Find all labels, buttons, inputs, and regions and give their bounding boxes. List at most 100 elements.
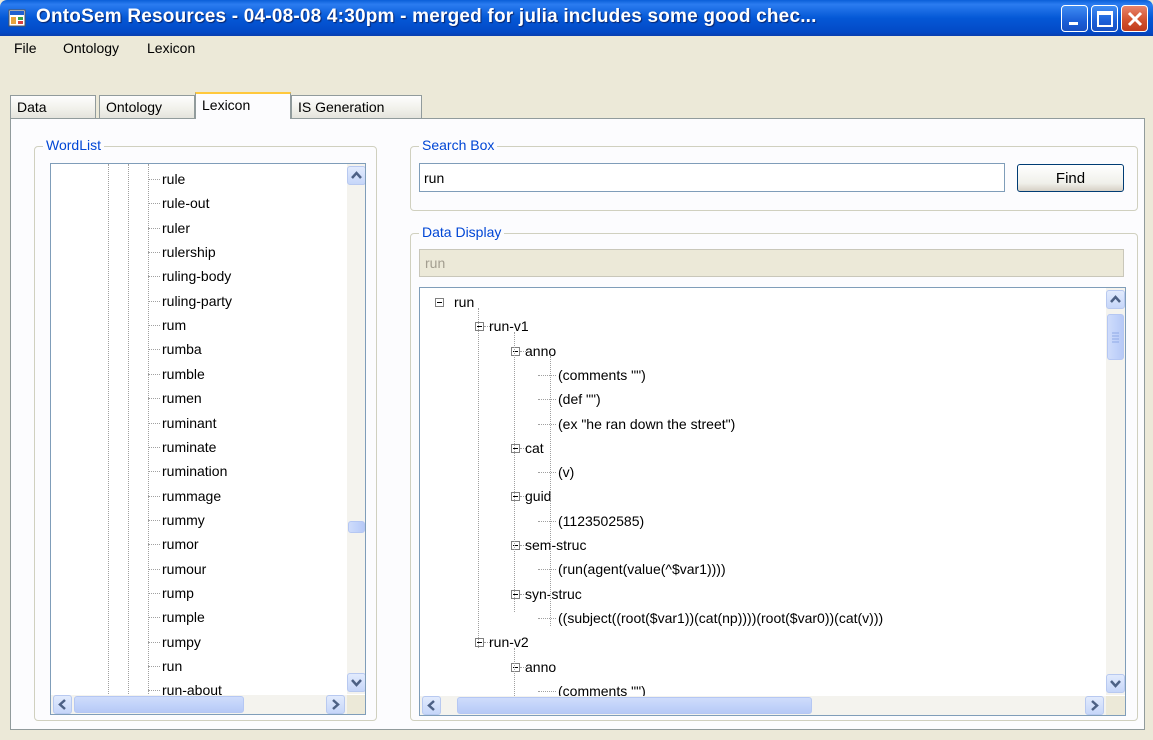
wordlist-item[interactable]: rumba [162, 341, 202, 357]
collapse-toggle[interactable] [475, 638, 484, 648]
tree-node[interactable]: run-v2 [489, 634, 529, 650]
wordlist-item[interactable]: rulership [162, 244, 216, 260]
wordlist-item[interactable]: rumen [162, 390, 202, 406]
tree-node[interactable]: (comments "") [558, 367, 646, 383]
tab-is-generation[interactable]: IS Generation [291, 95, 422, 118]
scroll-down-button[interactable] [347, 673, 365, 692]
display-hscroll[interactable] [420, 696, 1106, 715]
collapse-toggle[interactable] [475, 322, 484, 332]
wordlist-item[interactable]: rummy [162, 512, 205, 528]
tree-node[interactable]: run-v1 [489, 318, 529, 334]
wordlist-item[interactable]: rumble [162, 366, 205, 382]
wordlist-item[interactable]: rumor [162, 536, 199, 552]
tree-connector [538, 617, 556, 619]
scroll-left-button[interactable] [53, 695, 72, 714]
tree-node[interactable]: sem-struc [525, 537, 586, 553]
tree-node[interactable]: guid [525, 488, 551, 504]
collapse-toggle[interactable] [511, 662, 520, 672]
wordlist-item[interactable]: rummage [162, 488, 221, 504]
collapse-toggle[interactable] [511, 492, 520, 502]
tree-connector [148, 203, 160, 205]
wordlist-item[interactable]: rumpy [162, 634, 201, 650]
tree-node[interactable]: syn-struc [525, 586, 582, 602]
tree-node[interactable]: (1123502585) [558, 513, 644, 529]
wordlist-item[interactable]: rumour [162, 561, 206, 577]
tree-node[interactable]: (run(agent(value(^$var1)))) [558, 561, 726, 577]
data-display-tree[interactable]: run run-v1 anno (comments "") (def "") (ex "h… [419, 287, 1126, 716]
chevron-right-icon [332, 699, 340, 710]
tab-ontology[interactable]: Ontology [99, 95, 195, 118]
wordlist-item[interactable]: ruminant [162, 415, 216, 431]
tree-connector [148, 592, 160, 594]
tree-guide-line [108, 164, 109, 694]
selected-word-field: run [419, 249, 1124, 277]
wordlist-item[interactable]: ruling-party [162, 293, 232, 309]
tree-connector [148, 179, 160, 180]
scroll-up-button[interactable] [1106, 290, 1125, 309]
tree-node[interactable]: (v) [558, 464, 574, 480]
tab-data[interactable]: Data [10, 95, 96, 118]
window-title: OntoSem Resources - 04-08-08 4:30pm - me… [36, 6, 817, 27]
collapse-toggle[interactable] [511, 443, 520, 453]
tree-node[interactable]: (ex "he ran down the street") [558, 416, 735, 432]
search-input[interactable] [419, 163, 1005, 192]
wordlist-item[interactable]: rule-out [162, 195, 209, 211]
scroll-up-button[interactable] [347, 166, 365, 185]
minimize-button[interactable] [1061, 5, 1088, 32]
wordlist-item[interactable]: ruminate [162, 439, 216, 455]
scroll-right-button[interactable] [1085, 696, 1104, 715]
wordlist-tree[interactable]: rule rule-out ruler rulership ruling-body rul… [50, 163, 366, 715]
find-button[interactable]: Find [1017, 164, 1124, 192]
wordlist-item[interactable]: rump [162, 585, 194, 601]
chevron-down-icon [351, 679, 362, 687]
tree-connector [148, 300, 160, 302]
chevron-down-icon [1110, 680, 1121, 688]
tree-connector [148, 252, 160, 254]
tree-connector [148, 471, 160, 473]
menu-bar: File Ontology Lexicon [0, 36, 1153, 62]
wordlist-hscroll[interactable] [51, 695, 347, 714]
maximize-button[interactable] [1091, 5, 1118, 32]
collapse-toggle[interactable] [435, 298, 444, 307]
scroll-down-button[interactable] [1106, 674, 1125, 693]
tree-node[interactable]: anno [525, 659, 556, 675]
tree-node[interactable]: ((subject((root($var1))(cat(np))))(root(… [558, 610, 883, 626]
wordlist-item[interactable]: rum [162, 317, 186, 333]
scroll-left-button[interactable] [422, 696, 441, 715]
tree-connector [148, 568, 160, 570]
collapse-toggle[interactable] [511, 589, 520, 599]
scroll-thumb[interactable] [1107, 314, 1124, 360]
tree-connector [148, 519, 160, 521]
tree-node[interactable]: anno [525, 343, 556, 359]
wordlist-item[interactable]: rule [162, 171, 185, 187]
scroll-right-button[interactable] [326, 695, 345, 714]
scroll-thumb[interactable] [348, 521, 365, 533]
tree-connector [148, 398, 160, 400]
menu-ontology[interactable]: Ontology [63, 40, 119, 56]
tree-node[interactable]: (def "") [558, 391, 601, 407]
menu-file[interactable]: File [14, 40, 37, 56]
tree-guide-line [478, 308, 479, 648]
tree-node[interactable]: cat [525, 440, 544, 456]
wordlist-item[interactable]: run [162, 658, 182, 674]
wordlist-item[interactable]: rumination [162, 463, 227, 479]
menu-lexicon[interactable]: Lexicon [147, 40, 195, 56]
tree-guide-line [148, 164, 149, 694]
tree-connector [538, 374, 556, 376]
tree-connector [148, 641, 160, 643]
tree-node[interactable]: run [454, 294, 474, 310]
wordlist-item[interactable]: ruler [162, 220, 190, 236]
close-button[interactable] [1121, 5, 1148, 32]
wordlist-item[interactable]: ruling-body [162, 268, 231, 284]
wordlist-item[interactable]: rumple [162, 609, 205, 625]
wordlist-vscroll[interactable] [347, 164, 365, 694]
tab-lexicon[interactable]: Lexicon [195, 92, 291, 119]
scroll-corner [1106, 696, 1125, 715]
display-vscroll[interactable] [1106, 288, 1125, 695]
collapse-toggle[interactable] [511, 346, 520, 356]
scroll-thumb[interactable] [457, 697, 812, 714]
scroll-thumb[interactable] [74, 696, 244, 713]
tree-connector [538, 472, 556, 474]
tree-connector [148, 617, 160, 619]
collapse-toggle[interactable] [511, 541, 520, 550]
